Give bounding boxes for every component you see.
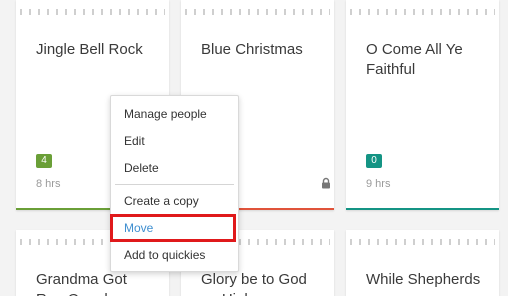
card-accent-bar: [346, 208, 499, 210]
card-title: Jingle Bell Rock: [36, 41, 143, 58]
card-binding-dots: [20, 9, 165, 15]
hours-label: 8 hrs: [36, 178, 61, 190]
card-context-menu: Manage people Edit Delete Create a copy …: [110, 95, 239, 272]
move-highlight-box: [110, 214, 236, 242]
card-title: While Shepherds: [366, 271, 481, 288]
menu-item-add-to-quickies[interactable]: Add to quickies: [124, 247, 205, 263]
menu-item-create-copy[interactable]: Create a copy: [124, 193, 199, 209]
card-title: Blue Christmas: [201, 41, 303, 58]
count-badge: 0: [366, 154, 382, 168]
lock-icon: [322, 177, 330, 189]
menu-item-delete[interactable]: Delete: [124, 160, 159, 176]
card-while-shepherds[interactable]: While Shepherds: [346, 230, 499, 296]
card-binding-dots: [185, 9, 330, 15]
menu-item-edit[interactable]: Edit: [124, 133, 145, 149]
card-binding-dots: [350, 239, 495, 245]
card-title: O Come All Ye Faithful: [366, 41, 463, 78]
menu-item-manage-people[interactable]: Manage people: [124, 106, 207, 122]
card-title: Glory be to God on High: [201, 271, 307, 296]
card-title: Grandma Got Run Over by: [36, 271, 127, 296]
card-board: Jingle Bell Rock 4 8 hrs Blue Christmas …: [0, 0, 508, 296]
card-o-come-all-ye-faithful[interactable]: O Come All Ye Faithful 0 9 hrs: [346, 0, 499, 210]
card-binding-dots: [350, 9, 495, 15]
hours-label: 9 hrs: [366, 178, 391, 190]
count-badge: 4: [36, 154, 52, 168]
menu-divider: [115, 184, 234, 185]
